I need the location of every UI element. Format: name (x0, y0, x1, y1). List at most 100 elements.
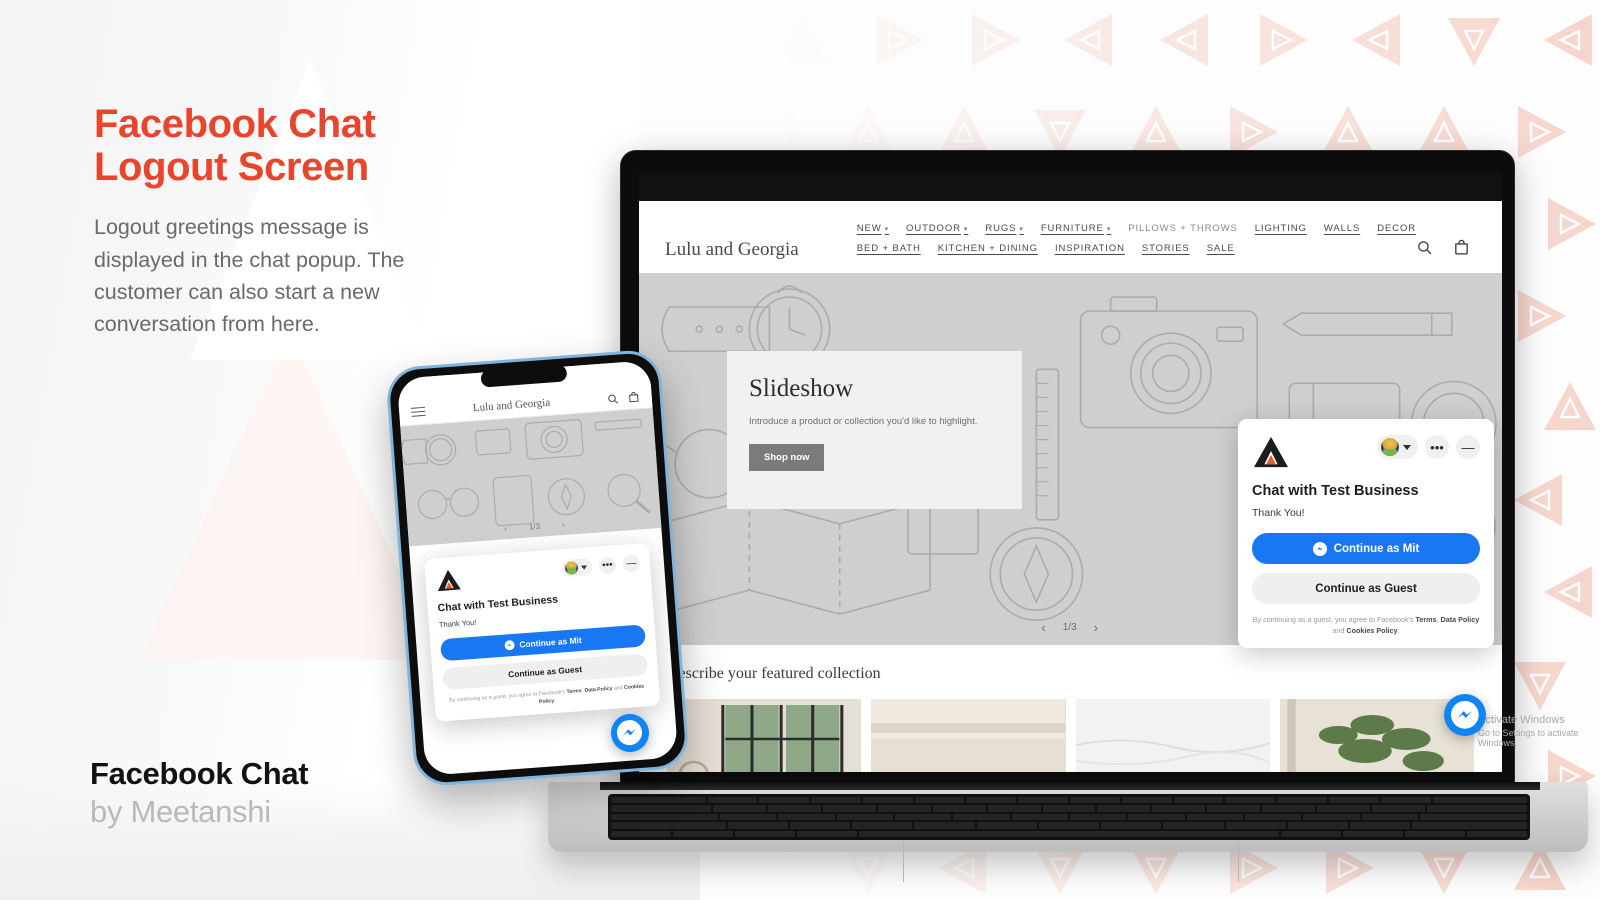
keyboard-key (1343, 830, 1403, 838)
keyboard-key (895, 813, 952, 821)
brand-name: Facebook Chat (90, 756, 309, 791)
keyboard-key (611, 805, 712, 812)
keyboard-key (1042, 805, 1096, 812)
keyboard-key (1207, 805, 1261, 812)
legal-comma: , (1436, 615, 1439, 624)
search-icon[interactable] (606, 391, 619, 404)
keyboard-key (611, 822, 726, 829)
nav-item-rugs[interactable]: RUGS ▾ (985, 223, 1023, 234)
account-switcher-button[interactable] (1377, 435, 1418, 459)
carousel-next-button[interactable]: › (1094, 620, 1098, 635)
slideshow-title: Slideshow (749, 375, 854, 402)
slideshow-subtitle: Introduce a product or collection you'd … (749, 416, 978, 427)
keyboard-key (1186, 813, 1243, 821)
hamburger-icon[interactable] (410, 404, 426, 420)
trackpad-edge-right (1238, 842, 1239, 882)
keyboard-key (1328, 797, 1379, 804)
continue-as-guest-button[interactable]: Continue as Guest (1252, 573, 1480, 604)
data-policy-link[interactable]: Data Policy (1441, 615, 1480, 624)
keyboard-key (1426, 805, 1528, 812)
keyboard-row (611, 822, 1527, 829)
pattern-triangle (1032, 844, 1088, 896)
keyboard-key (759, 797, 810, 804)
keyboard-key (1361, 813, 1418, 821)
account-switcher-button[interactable] (561, 558, 593, 578)
nav-item-outdoor[interactable]: OUTDOOR ▾ (906, 223, 968, 234)
messenger-icon (1451, 701, 1479, 729)
carousel-prev-button[interactable]: ‹ (1041, 620, 1045, 635)
terms-link[interactable]: Terms (1416, 615, 1437, 624)
pattern-triangle (1542, 380, 1598, 432)
keyboard-key (1244, 813, 1302, 821)
shop-now-button[interactable]: Shop now (749, 444, 825, 472)
minimize-button[interactable]: — (1456, 435, 1480, 459)
minimize-button[interactable]: — (622, 554, 641, 573)
slideshow-card: Slideshow Introduce a product or collect… (727, 351, 1022, 509)
product-card[interactable] (871, 699, 1066, 772)
product-card[interactable] (1075, 699, 1270, 772)
keyboard-key (1173, 797, 1224, 804)
keyboard-key (1225, 797, 1276, 804)
brand-byline: by Meetanshi (90, 794, 271, 829)
messenger-icon (1312, 541, 1327, 556)
nav-item-new[interactable]: NEW ▾ (857, 223, 889, 234)
terms-link[interactable]: Terms (566, 688, 582, 695)
phone-carousel-next[interactable]: › (562, 520, 565, 529)
keyboard-key (611, 797, 706, 804)
nav-item-bed-bath[interactable]: BED + BATH (857, 243, 921, 254)
nav-item-kitchen-dining[interactable]: KITCHEN + DINING (938, 243, 1038, 254)
nav-item-lighting[interactable]: LIGHTING (1255, 223, 1307, 234)
more-options-button[interactable]: ••• (1425, 435, 1449, 459)
keyboard-key (673, 830, 733, 838)
chat-popup-desktop: ••• — Chat with Test Business Thank You!… (1238, 419, 1494, 649)
keyboard-key (1152, 805, 1206, 812)
keyboard-key (1070, 813, 1127, 821)
keyboard-key (976, 822, 1037, 829)
nav-item-furniture[interactable]: FURNITURE ▾ (1041, 223, 1111, 234)
product-card[interactable] (667, 699, 862, 772)
keyboard-row (611, 813, 1527, 821)
phone-carousel-prev[interactable]: ‹ (504, 524, 507, 533)
cart-icon[interactable] (1453, 239, 1470, 256)
pattern-triangle (1446, 16, 1502, 68)
pattern-triangle (1416, 104, 1472, 156)
continue-as-user-button[interactable]: Continue as Mit (1252, 533, 1480, 564)
keyboard-key (1018, 797, 1069, 804)
continue-as-guest-label: Continue as Guest (507, 664, 583, 680)
chat-header-actions: ••• — (561, 554, 641, 578)
keyboard-key (727, 822, 788, 829)
nav-item-decor[interactable]: DECOR (1377, 223, 1416, 234)
legal-and: and (1332, 626, 1347, 636)
keyboard-key (1163, 822, 1224, 829)
nav-item-label: KITCHEN + DINING (937, 243, 1038, 254)
legal-period: . (1397, 626, 1400, 636)
nav-item-label: RUGS (985, 223, 1017, 234)
laptop-keyboard (608, 794, 1530, 840)
keyboard-key (1316, 805, 1370, 812)
cookies-policy-link[interactable]: Cookies Policy (1346, 626, 1397, 635)
nav-item-sale[interactable]: SALE (1207, 243, 1235, 254)
more-options-button[interactable]: ••• (598, 556, 617, 575)
keyboard-key (836, 813, 894, 821)
search-icon[interactable] (1416, 239, 1433, 256)
site-logo[interactable]: Lulu and Georgia (665, 239, 857, 261)
messenger-chat-bubble[interactable] (1444, 694, 1486, 736)
nav-item-walls[interactable]: WALLS (1324, 223, 1360, 234)
site-header-icons (1416, 239, 1476, 256)
cart-icon[interactable] (627, 390, 640, 403)
page-description: Logout greetings message is displayed in… (94, 215, 405, 337)
keyboard-key (1097, 805, 1151, 812)
nav-item-stories[interactable]: STORIES (1142, 243, 1190, 254)
watermark-line-1: Activate Windows (1478, 714, 1565, 726)
nav-item-inspiration[interactable]: INSPIRATION (1055, 243, 1125, 254)
nav-item-label: SALE (1206, 243, 1235, 254)
nav-row-secondary: BED + BATH KITCHEN + DINING INSPIRATION STO… (857, 243, 1416, 254)
nav-item-label: WALLS (1323, 223, 1361, 234)
triangle-logo-icon (1252, 435, 1290, 469)
data-policy-link[interactable]: Data Policy (584, 686, 612, 694)
nav-item-pillows-throws[interactable]: PILLOWS + THROWS (1128, 223, 1238, 234)
pattern-triangle (840, 104, 896, 156)
keyboard-key (1350, 822, 1411, 829)
keyboard-key (1412, 822, 1527, 829)
continue-as-user-label: Continue as Mit (519, 634, 582, 650)
